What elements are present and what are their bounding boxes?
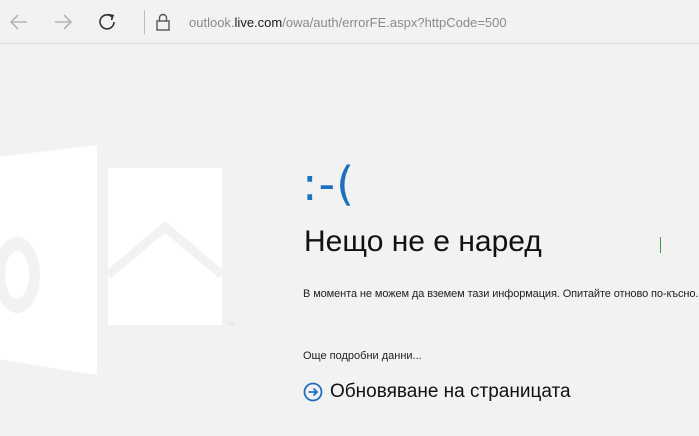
back-arrow-icon [9, 14, 27, 30]
arrow-circle-right-icon [303, 382, 323, 402]
logo-trademark: TM [226, 322, 235, 328]
url-path: /owa/auth/errorFE.aspx?httpCode=500 [282, 15, 507, 30]
url-domain: live.com [234, 15, 283, 30]
outlook-logo-icon: TM [0, 145, 235, 375]
refresh-icon [99, 13, 115, 30]
url-prefix: outlook. [189, 15, 235, 30]
toolbar-divider [144, 10, 145, 34]
sad-face-emoticon: :-( [302, 157, 356, 211]
address-bar[interactable]: outlook.live.com/owa/auth/errorFE.aspx?h… [189, 15, 507, 30]
forward-button[interactable] [49, 8, 77, 36]
lock-icon [156, 13, 170, 31]
forward-arrow-icon [55, 14, 73, 30]
refresh-page-link[interactable]: Обновяване на страницата [303, 381, 571, 403]
text-cursor [660, 237, 661, 253]
page-title: Нещо не е наред [304, 225, 542, 258]
refresh-page-label: Обновяване на страницата [330, 381, 571, 402]
error-message: В момента не можем да вземем тази информ… [303, 288, 699, 300]
error-page: TM :-( Нещо не е наред В момента не може… [0, 45, 699, 436]
back-button[interactable] [5, 8, 33, 36]
browser-toolbar: outlook.live.com/owa/auth/errorFE.aspx?h… [0, 0, 699, 44]
more-details-link[interactable]: Още подробни данни... [303, 350, 422, 362]
refresh-button[interactable] [93, 8, 121, 36]
